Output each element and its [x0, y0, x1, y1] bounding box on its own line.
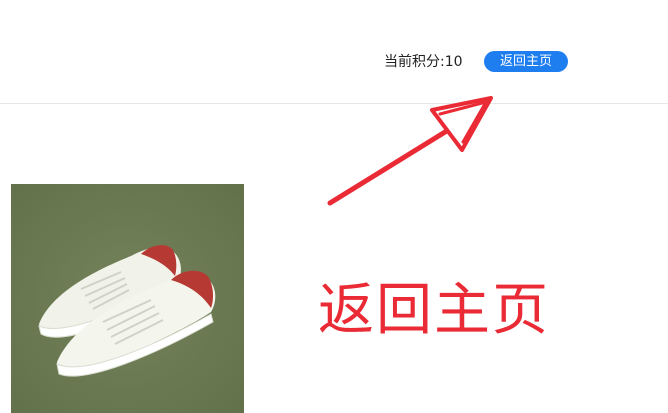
page: 当前积分:10 返回主页 返回主页: [0, 0, 668, 413]
return-home-annotation: 返回主页: [318, 278, 550, 343]
return-home-button[interactable]: 返回主页: [484, 51, 568, 72]
white-sneakers-image: [11, 184, 244, 413]
current-points-label: 当前积分:10: [384, 54, 463, 70]
header-bar: 当前积分:10 返回主页: [0, 0, 668, 104]
